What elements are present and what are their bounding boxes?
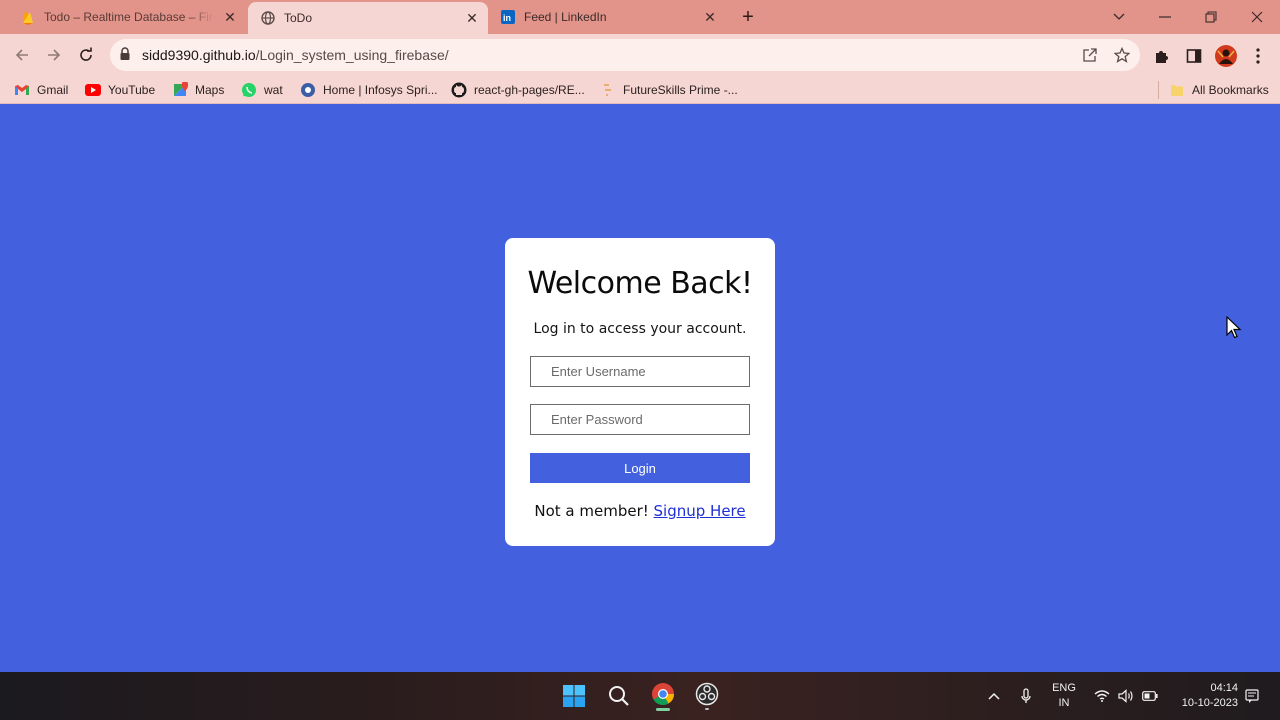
login-subtitle: Log in to access your account. xyxy=(533,321,747,337)
gmail-icon xyxy=(14,82,30,98)
page-title: Welcome Back! xyxy=(527,266,753,301)
svg-text:in: in xyxy=(503,13,511,23)
clock-date: 10-10-2023 xyxy=(1181,697,1238,709)
bookmark-gmail[interactable]: Gmail xyxy=(14,81,68,99)
firebase-icon xyxy=(20,9,36,25)
login-button[interactable]: Login xyxy=(530,453,750,483)
youtube-icon xyxy=(85,82,101,98)
browser-tab-strip: Todo – Realtime Database – Firebase ✕ To… xyxy=(0,0,1280,34)
close-tab-icon[interactable]: ✕ xyxy=(702,9,718,25)
notification-icon[interactable] xyxy=(1242,684,1262,708)
close-tab-icon[interactable]: ✕ xyxy=(222,9,238,25)
github-icon xyxy=(451,82,467,98)
side-panel-icon[interactable] xyxy=(1183,45,1205,67)
url-path: /Login_system_using_firebase/ xyxy=(255,47,449,63)
bookmark-label: FutureSkills Prime -... xyxy=(623,83,738,97)
microphone-icon[interactable] xyxy=(1016,684,1036,708)
tab-todo[interactable]: ToDo ✕ xyxy=(248,2,488,34)
language-indicator[interactable]: ENG IN xyxy=(1046,681,1082,711)
tray-expand-icon[interactable] xyxy=(984,684,1004,708)
maps-icon xyxy=(172,82,188,98)
language-code: ENG xyxy=(1052,682,1076,694)
obs-taskbar-icon[interactable] xyxy=(691,680,723,712)
futureskills-icon xyxy=(600,82,616,98)
system-clock[interactable]: 04:14 10-10-2023 xyxy=(1164,681,1238,711)
bookmark-futureskills[interactable]: FutureSkills Prime -... xyxy=(600,81,738,99)
bookmark-star-icon[interactable] xyxy=(1112,45,1132,65)
password-input[interactable] xyxy=(530,404,750,435)
tab-linkedin[interactable]: in Feed | LinkedIn ✕ xyxy=(490,0,726,34)
tab-firebase[interactable]: Todo – Realtime Database – Firebase ✕ xyxy=(8,0,246,34)
bookmark-github[interactable]: react-gh-pages/RE... xyxy=(451,81,585,99)
bookmark-label: YouTube xyxy=(108,83,156,97)
bookmark-youtube[interactable]: YouTube xyxy=(85,81,155,99)
reload-button[interactable] xyxy=(74,43,98,67)
not-member-text: Not a member! xyxy=(534,502,649,520)
page-content: Welcome Back! Log in to access your acco… xyxy=(0,108,1280,672)
back-button[interactable] xyxy=(10,43,34,67)
whatsapp-icon xyxy=(241,82,257,98)
taskbar: ENG IN 04:14 10-10-2023 xyxy=(0,672,1280,720)
clock-time: 04:14 xyxy=(1210,682,1238,694)
wifi-icon[interactable] xyxy=(1092,684,1112,708)
browser-toolbar: sidd9390.github.io/Login_system_using_fi… xyxy=(0,34,1280,76)
signup-row: Not a member! Signup Here xyxy=(505,502,775,520)
address-bar[interactable]: sidd9390.github.io/Login_system_using_fi… xyxy=(110,39,1140,71)
tab-search-icon[interactable] xyxy=(1096,0,1142,34)
all-bookmarks[interactable]: All Bookmarks xyxy=(1158,81,1269,99)
login-card: Welcome Back! Log in to access your acco… xyxy=(505,238,775,546)
menu-kebab-icon[interactable] xyxy=(1247,45,1269,67)
close-tab-icon[interactable]: ✕ xyxy=(464,10,480,26)
bookmark-label: react-gh-pages/RE... xyxy=(474,83,585,97)
tab-title: ToDo xyxy=(284,11,313,25)
url-text: sidd9390.github.io/Login_system_using_fi… xyxy=(142,47,449,63)
region-code: IN xyxy=(1058,697,1070,709)
bookmark-infosys[interactable]: Home | Infosys Spri... xyxy=(300,81,438,99)
minimize-button[interactable] xyxy=(1142,0,1188,34)
globe-icon xyxy=(260,10,276,26)
close-window-button[interactable] xyxy=(1234,0,1280,34)
restore-button[interactable] xyxy=(1188,0,1234,34)
linkedin-icon: in xyxy=(500,9,516,25)
profile-avatar[interactable] xyxy=(1215,45,1237,67)
lock-icon[interactable] xyxy=(120,47,134,63)
all-bookmarks-label: All Bookmarks xyxy=(1192,83,1269,97)
volume-icon[interactable] xyxy=(1116,684,1136,708)
extensions-icon[interactable] xyxy=(1151,45,1173,67)
tab-title: Feed | LinkedIn xyxy=(524,10,607,24)
url-host: sidd9390.github.io xyxy=(142,47,256,63)
start-button[interactable] xyxy=(558,680,590,712)
folder-icon xyxy=(1169,82,1185,98)
search-icon[interactable] xyxy=(603,680,635,712)
new-tab-button[interactable]: + xyxy=(737,6,759,28)
forward-button[interactable] xyxy=(42,43,66,67)
bookmark-label: Home | Infosys Spri... xyxy=(323,83,438,97)
username-input[interactable] xyxy=(530,356,750,387)
bookmark-label: Maps xyxy=(195,83,225,97)
signup-link[interactable]: Signup Here xyxy=(654,502,746,520)
infosys-icon xyxy=(300,82,316,98)
bookmark-label: wat xyxy=(264,83,283,97)
bookmark-label: Gmail xyxy=(37,83,69,97)
bookmark-whatsapp[interactable]: wat xyxy=(241,81,283,99)
bookmark-maps[interactable]: Maps xyxy=(172,81,224,99)
mouse-cursor-icon xyxy=(1226,316,1242,339)
bookmarks-bar: Gmail YouTube Maps wat Home | Infosys Sp… xyxy=(0,76,1280,104)
share-icon[interactable] xyxy=(1080,45,1100,65)
battery-icon[interactable] xyxy=(1140,684,1160,708)
chrome-taskbar-icon[interactable] xyxy=(647,680,679,712)
tab-title: Todo – Realtime Database – Firebase xyxy=(44,10,214,24)
